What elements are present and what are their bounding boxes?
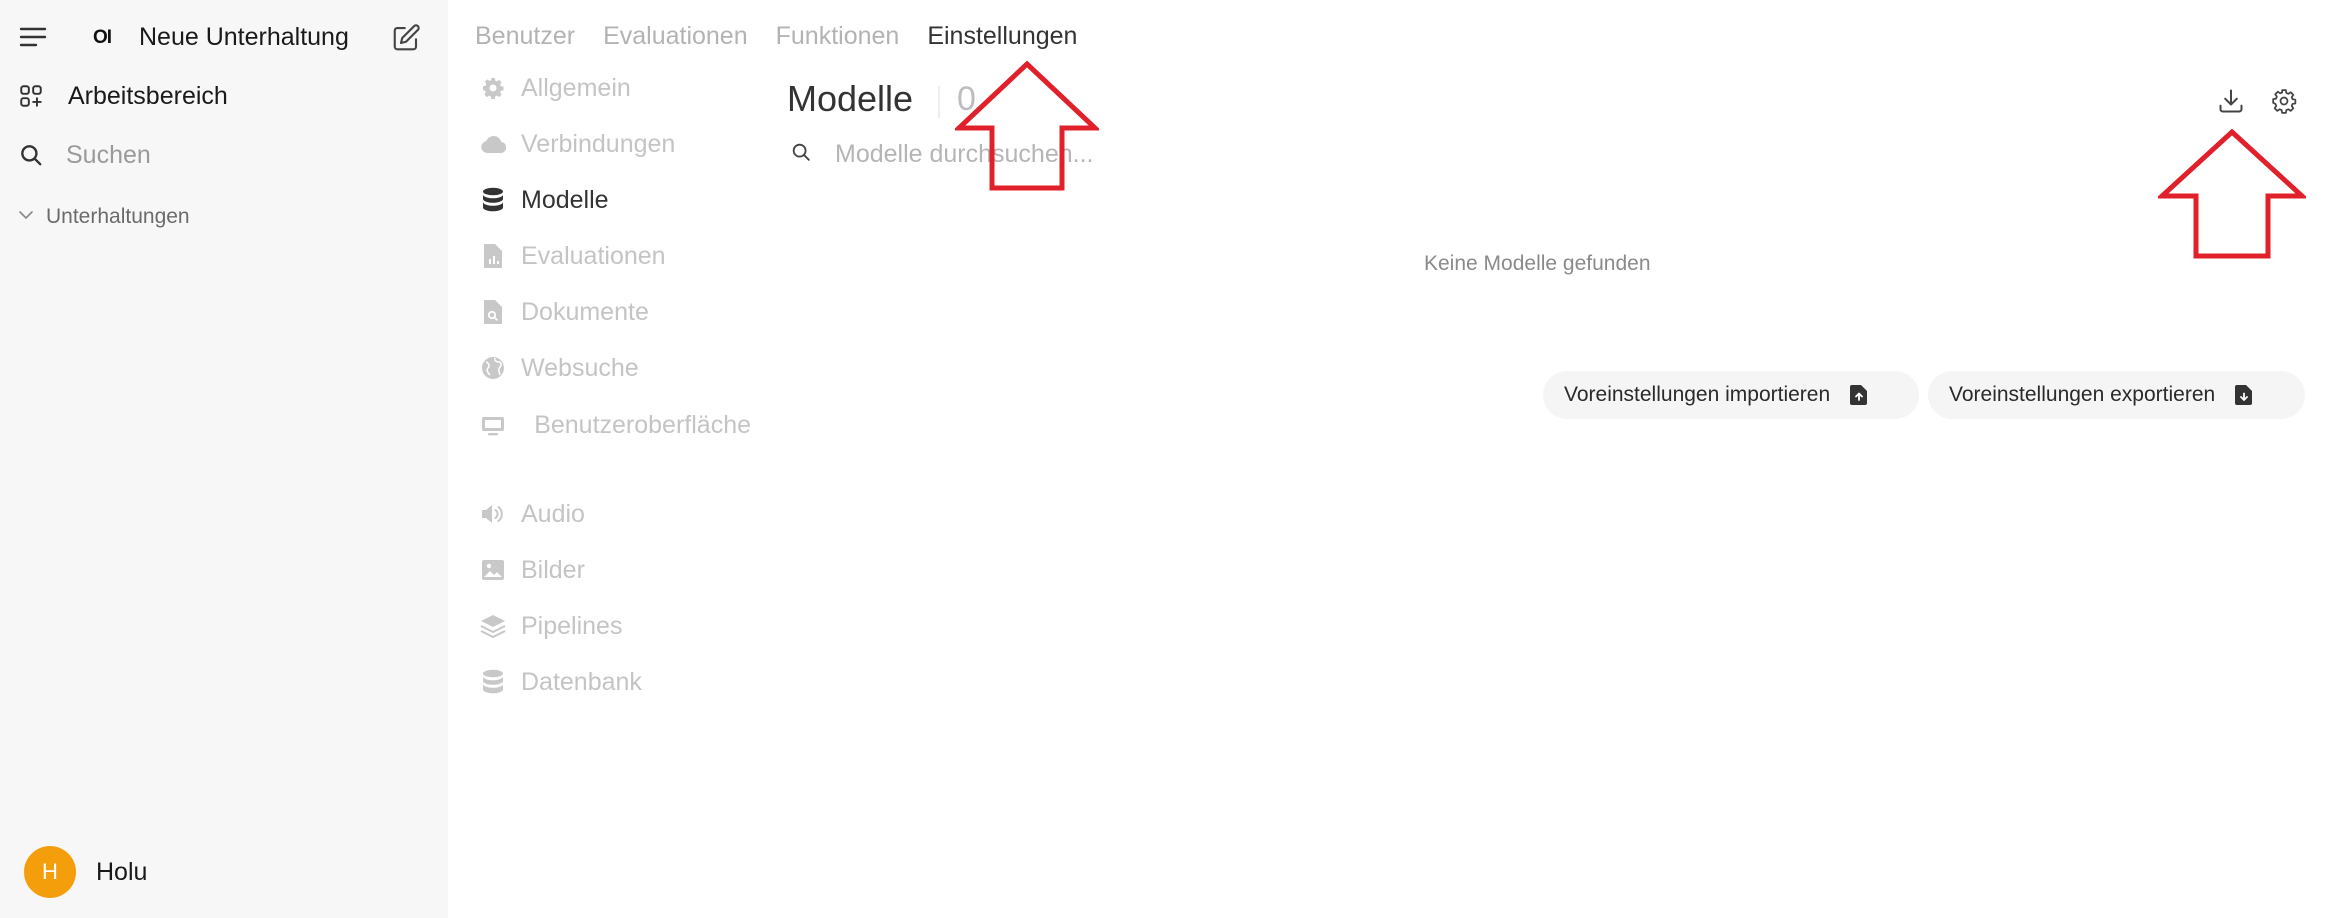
tab-evaluations[interactable]: Evaluationen bbox=[603, 22, 748, 51]
chats-section-label: Unterhaltungen bbox=[46, 205, 190, 228]
settings-nav-database[interactable]: Datenbank bbox=[478, 667, 642, 697]
export-presets-button[interactable]: Voreinstellungen exportieren bbox=[1928, 371, 2305, 419]
title-divider bbox=[938, 86, 940, 118]
settings-nav-label: Audio bbox=[521, 499, 585, 528]
settings-nav-label: Allgemein bbox=[521, 73, 631, 102]
settings-nav-general[interactable]: Allgemein bbox=[478, 73, 631, 103]
page-title: Modelle bbox=[787, 78, 914, 119]
settings-nav-documents[interactable]: Dokumente bbox=[478, 297, 649, 327]
gear-icon bbox=[478, 73, 508, 103]
user-name[interactable]: Holu bbox=[96, 858, 147, 887]
sidebar-item-workspace[interactable]: Arbeitsbereich bbox=[16, 81, 228, 111]
database-icon bbox=[478, 667, 508, 697]
chevron-down-icon bbox=[18, 208, 34, 226]
sidebar: OI Neue Unterhaltung Arbeitsbereich Such… bbox=[0, 0, 448, 918]
model-search-input[interactable] bbox=[835, 140, 1435, 169]
sidebar-item-label: Arbeitsbereich bbox=[68, 81, 228, 110]
empty-state-text: Keine Modelle gefunden bbox=[1424, 252, 1651, 275]
settings-nav-label: Verbindungen bbox=[521, 129, 676, 158]
logo-icon[interactable]: OI bbox=[88, 24, 116, 52]
settings-nav-evaluations[interactable]: Evaluationen bbox=[478, 241, 666, 271]
settings-nav-label: Pipelines bbox=[521, 611, 623, 640]
settings-nav-label: Modelle bbox=[521, 185, 609, 214]
layers-icon bbox=[478, 611, 508, 641]
chats-section-toggle[interactable]: Unterhaltungen bbox=[18, 205, 190, 229]
globe-icon bbox=[478, 353, 508, 383]
document-chart-icon bbox=[478, 241, 508, 271]
new-chat-edit-icon[interactable] bbox=[388, 20, 424, 56]
new-chat-label[interactable]: Neue Unterhaltung bbox=[139, 23, 349, 52]
settings-nav-websearch[interactable]: Websuche bbox=[478, 353, 639, 383]
settings-nav-label: Websuche bbox=[521, 353, 639, 382]
admin-tabs: Benutzer Evaluationen Funktionen Einstel… bbox=[475, 22, 1105, 51]
document-search-icon bbox=[478, 297, 508, 327]
cloud-icon bbox=[478, 129, 508, 159]
monitor-icon bbox=[478, 411, 508, 441]
search-icon bbox=[16, 140, 46, 170]
search-icon bbox=[790, 141, 812, 168]
settings-nav-label: Datenbank bbox=[521, 667, 642, 696]
settings-nav-images[interactable]: Bilder bbox=[478, 555, 585, 585]
speaker-icon bbox=[478, 499, 508, 529]
settings-nav-interface[interactable]: Benutzeroberfläche bbox=[478, 408, 751, 443]
tab-functions[interactable]: Funktionen bbox=[776, 22, 900, 51]
settings-nav-models[interactable]: Modelle bbox=[478, 185, 609, 215]
grid-plus-icon bbox=[16, 81, 46, 111]
gear-icon[interactable] bbox=[2267, 84, 2301, 118]
database-icon bbox=[478, 185, 508, 215]
settings-nav-pipelines[interactable]: Pipelines bbox=[478, 611, 622, 641]
file-download-icon bbox=[2233, 384, 2255, 406]
user-menu[interactable]: H Holu bbox=[24, 846, 147, 898]
sidebar-search[interactable]: Suchen bbox=[16, 140, 151, 170]
menu-icon[interactable] bbox=[16, 20, 50, 54]
download-icon[interactable] bbox=[2214, 84, 2248, 118]
tab-settings[interactable]: Einstellungen bbox=[927, 22, 1077, 51]
annotation-arrow-up bbox=[955, 60, 1099, 191]
settings-nav-label: Evaluationen bbox=[521, 241, 666, 270]
settings-nav-label: Bilder bbox=[521, 555, 585, 584]
export-presets-label: Voreinstellungen exportieren bbox=[1949, 383, 2216, 406]
settings-nav-label: Dokumente bbox=[521, 297, 649, 326]
annotation-arrow-up bbox=[2158, 128, 2306, 259]
settings-nav-audio[interactable]: Audio bbox=[478, 499, 585, 529]
model-search bbox=[790, 140, 1435, 169]
tab-users[interactable]: Benutzer bbox=[475, 22, 575, 51]
import-presets-button[interactable]: Voreinstellungen importieren bbox=[1543, 371, 1919, 419]
settings-nav-connections[interactable]: Verbindungen bbox=[478, 129, 675, 159]
file-upload-icon bbox=[1848, 384, 1870, 406]
search-placeholder[interactable]: Suchen bbox=[66, 141, 151, 170]
import-presets-label: Voreinstellungen importieren bbox=[1564, 383, 1831, 406]
avatar[interactable]: H bbox=[24, 846, 76, 898]
settings-nav-label: Benutzeroberfläche bbox=[534, 411, 751, 439]
image-icon bbox=[478, 555, 508, 585]
